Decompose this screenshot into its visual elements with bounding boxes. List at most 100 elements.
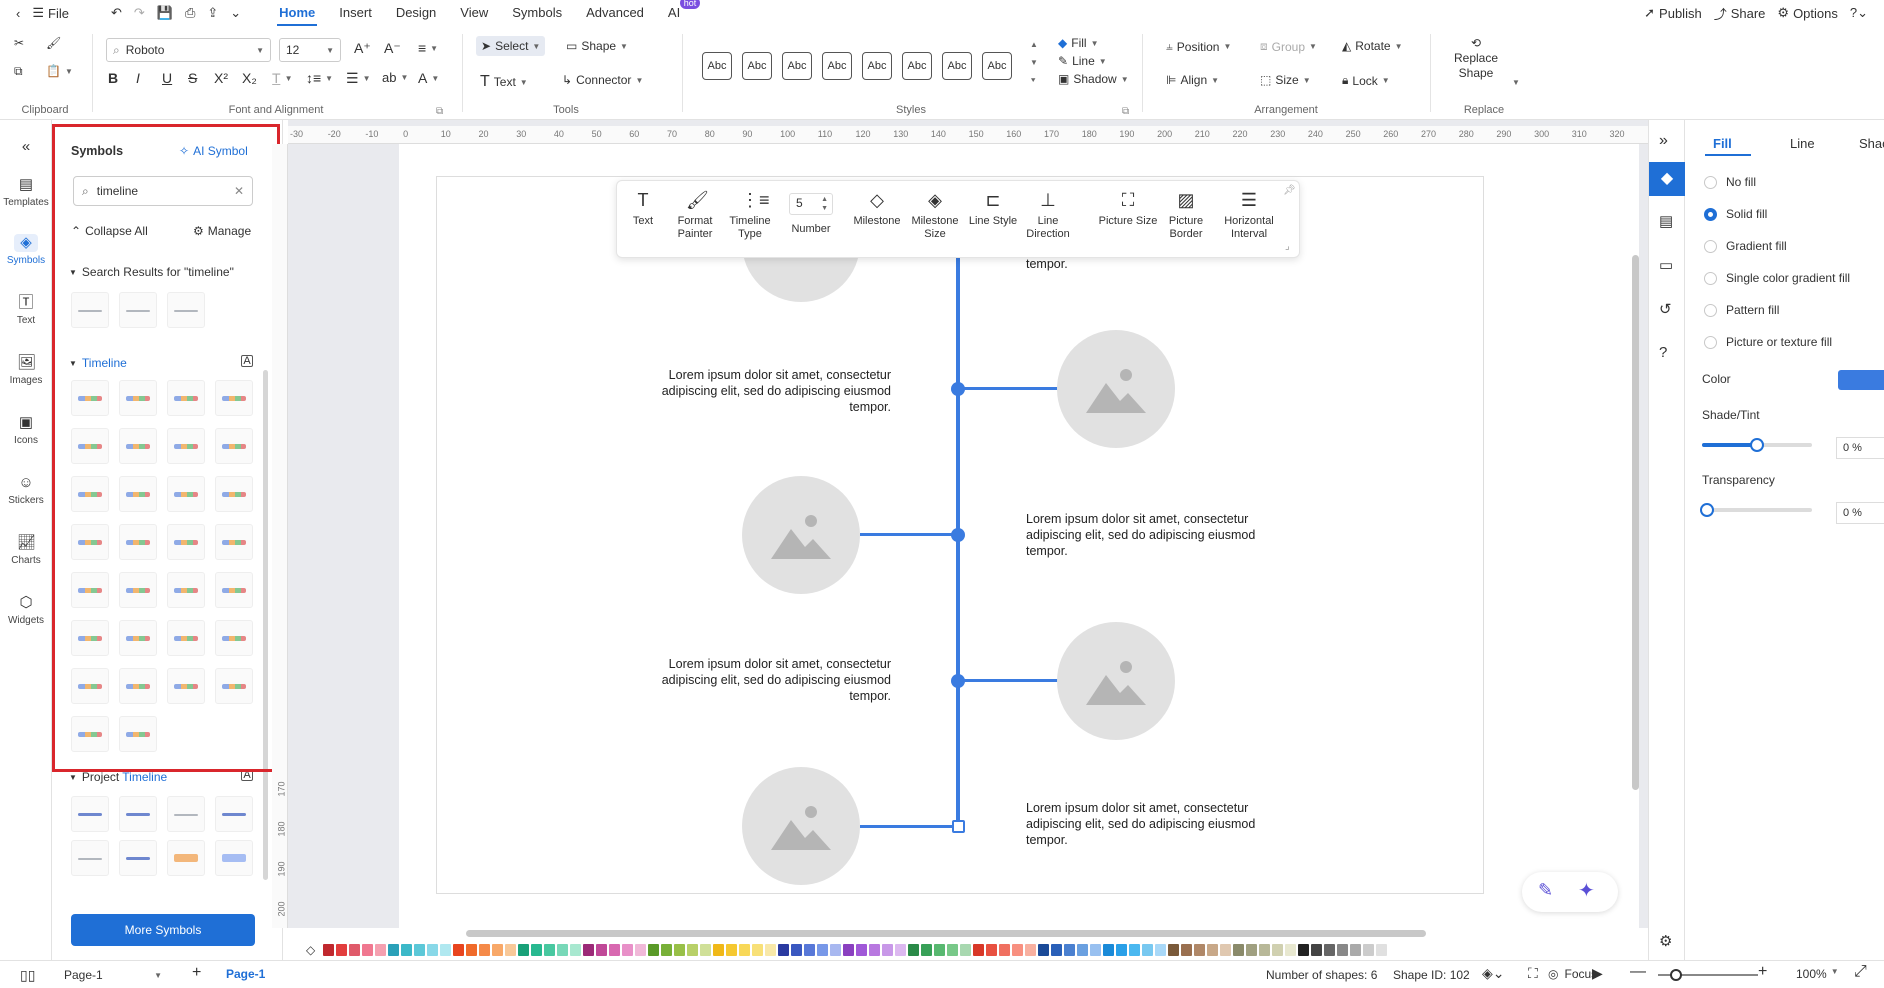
- expand-panel-icon[interactable]: »: [1659, 132, 1668, 150]
- fill-option-radio[interactable]: [1704, 272, 1717, 285]
- color-swatch[interactable]: [648, 944, 660, 956]
- color-swatch[interactable]: [531, 944, 543, 956]
- style-preset-5[interactable]: Abc: [862, 52, 892, 80]
- color-swatch[interactable]: [375, 944, 387, 956]
- timeline-symbol[interactable]: [167, 476, 205, 512]
- search-results-header[interactable]: ▼ Search Results for "timeline": [69, 265, 234, 279]
- color-swatch[interactable]: [622, 944, 634, 956]
- color-swatch[interactable]: [557, 944, 569, 956]
- timeline-symbol[interactable]: [167, 428, 205, 464]
- milestone-dot[interactable]: [951, 382, 965, 396]
- tab-line[interactable]: Line: [1790, 136, 1815, 151]
- zoom-select[interactable]: 100% ▼: [1796, 967, 1839, 981]
- timeline-text[interactable]: tempor.: [1026, 256, 1266, 272]
- horizontal-ruler[interactable]: -30 -20 -10 0 10 20 30 40 50 60 70 80 90 100 110 120 130…: [288, 126, 1648, 144]
- align-button[interactable]: ⊫ Align ▼: [1166, 73, 1219, 87]
- page-select[interactable]: Page-1 ▼: [58, 965, 168, 985]
- color-swatch[interactable]: [661, 944, 673, 956]
- back-icon[interactable]: ‹: [10, 6, 26, 21]
- vertical-scrollbar[interactable]: [1632, 255, 1639, 790]
- color-swatch[interactable]: [1181, 944, 1193, 956]
- clear-search-icon[interactable]: ✕: [234, 184, 244, 198]
- color-swatch[interactable]: [1259, 944, 1271, 956]
- timeline-symbol[interactable]: [119, 572, 157, 608]
- page-panel-icon[interactable]: ▯▯: [20, 967, 35, 984]
- zoom-slider[interactable]: [1658, 969, 1758, 981]
- image-placeholder[interactable]: [742, 767, 860, 885]
- zoom-out-icon[interactable]: —: [1630, 963, 1646, 981]
- stepper-arrows-icon[interactable]: ▲ ▼: [821, 195, 828, 213]
- color-swatch[interactable]: [934, 944, 946, 956]
- number-stepper[interactable]: 5 ▲ ▼: [789, 193, 833, 215]
- tab-ai[interactable]: AI hot: [656, 0, 701, 26]
- pin-icon[interactable]: 📌︎: [1283, 185, 1296, 196]
- color-swatch[interactable]: [388, 944, 400, 956]
- timeline-symbol[interactable]: [215, 428, 253, 464]
- ctx-format-painter-button[interactable]: 🖌 Format Painter: [671, 191, 719, 241]
- color-swatch[interactable]: [856, 944, 868, 956]
- styles-scroll-up-icon[interactable]: ▲: [1030, 40, 1038, 49]
- settings-icon[interactable]: ⚙: [1659, 932, 1672, 950]
- color-swatch[interactable]: [570, 944, 582, 956]
- color-swatch[interactable]: [908, 944, 920, 956]
- timeline-symbol[interactable]: [119, 380, 157, 416]
- color-swatch[interactable]: [804, 944, 816, 956]
- color-swatch[interactable]: [726, 944, 738, 956]
- color-swatch[interactable]: [362, 944, 374, 956]
- color-swatch[interactable]: [700, 944, 712, 956]
- fill-style-icon[interactable]: ◆: [1649, 162, 1685, 196]
- resize-corner-icon[interactable]: ⌟: [1285, 241, 1290, 252]
- share-button[interactable]: ⤴ Share: [1708, 4, 1772, 23]
- size-button[interactable]: ⬚ Size ▼: [1260, 73, 1311, 87]
- nav-charts[interactable]: 📈︎ Charts: [0, 534, 52, 566]
- color-swatch[interactable]: [401, 944, 413, 956]
- color-swatch[interactable]: [687, 944, 699, 956]
- project-timeline-symbol[interactable]: [167, 840, 205, 876]
- font-grow-icon[interactable]: A⁺: [354, 40, 371, 57]
- timeline-text[interactable]: Lorem ipsum dolor sit amet, consectetur …: [651, 367, 891, 415]
- selection-handle[interactable]: [952, 820, 965, 833]
- ctx-line-direction-button[interactable]: ⊥ Line Direction: [1023, 191, 1073, 241]
- horizontal-scrollbar[interactable]: [466, 930, 1426, 937]
- fill-option-label[interactable]: No fill: [1726, 175, 1756, 189]
- styles-expand-icon[interactable]: ⯆: [1030, 76, 1036, 86]
- select-button[interactable]: ➤ Select ▼: [476, 36, 546, 56]
- color-swatch[interactable]: [1207, 944, 1219, 956]
- publish-button[interactable]: ➚ Publish: [1638, 5, 1708, 21]
- transparency-value[interactable]: 0 %: [1836, 502, 1884, 524]
- symbols-scrollbar[interactable]: [263, 370, 268, 880]
- color-swatch[interactable]: [817, 944, 829, 956]
- more-dropdown-icon[interactable]: ⌄: [224, 5, 247, 21]
- color-swatch[interactable]: [1064, 944, 1076, 956]
- shadow-button[interactable]: ▣ Shadow ▼: [1058, 72, 1129, 86]
- rotate-button[interactable]: ◭ Rotate ▼: [1342, 39, 1403, 53]
- color-swatch[interactable]: [921, 944, 933, 956]
- color-swatch[interactable]: [1838, 370, 1884, 390]
- project-timeline-symbol[interactable]: [71, 840, 109, 876]
- style-preset-4[interactable]: Abc: [822, 52, 852, 80]
- subscript-icon[interactable]: X₂: [242, 70, 257, 86]
- help-icon[interactable]: ?⌄: [1844, 5, 1874, 21]
- page-tab[interactable]: Page-1: [226, 967, 265, 981]
- font-color-icon[interactable]: A ▼: [418, 70, 439, 86]
- color-swatch[interactable]: [336, 944, 348, 956]
- timeline-symbol[interactable]: [119, 476, 157, 512]
- timeline-section-header[interactable]: ▼ Timeline: [69, 356, 127, 370]
- nav-symbols[interactable]: ◈ Symbols: [0, 234, 52, 266]
- tab-fill[interactable]: Fill: [1713, 136, 1732, 151]
- line-spacing-icon[interactable]: ↕≡ ▼: [306, 70, 333, 86]
- milestone-dot[interactable]: [951, 528, 965, 542]
- color-swatch[interactable]: [1194, 944, 1206, 956]
- tab-symbols[interactable]: Symbols: [500, 0, 574, 26]
- page-icon[interactable]: ▤: [1659, 212, 1673, 230]
- fill-color-icon[interactable]: ◇: [306, 943, 315, 957]
- milestone-dot[interactable]: [951, 674, 965, 688]
- redo-icon[interactable]: ↷: [128, 5, 151, 21]
- ctx-horizontal-interval-button[interactable]: ☰ Horizontal Interval: [1217, 191, 1281, 241]
- tab-shadow[interactable]: Shac: [1859, 136, 1884, 151]
- group-button[interactable]: ⧈ Group ▼: [1260, 39, 1317, 54]
- timeline-symbol[interactable]: [119, 668, 157, 704]
- timeline-symbol[interactable]: [167, 572, 205, 608]
- ai-symbol-button[interactable]: ✧ AI Symbol: [179, 144, 248, 158]
- image-placeholder[interactable]: [742, 476, 860, 594]
